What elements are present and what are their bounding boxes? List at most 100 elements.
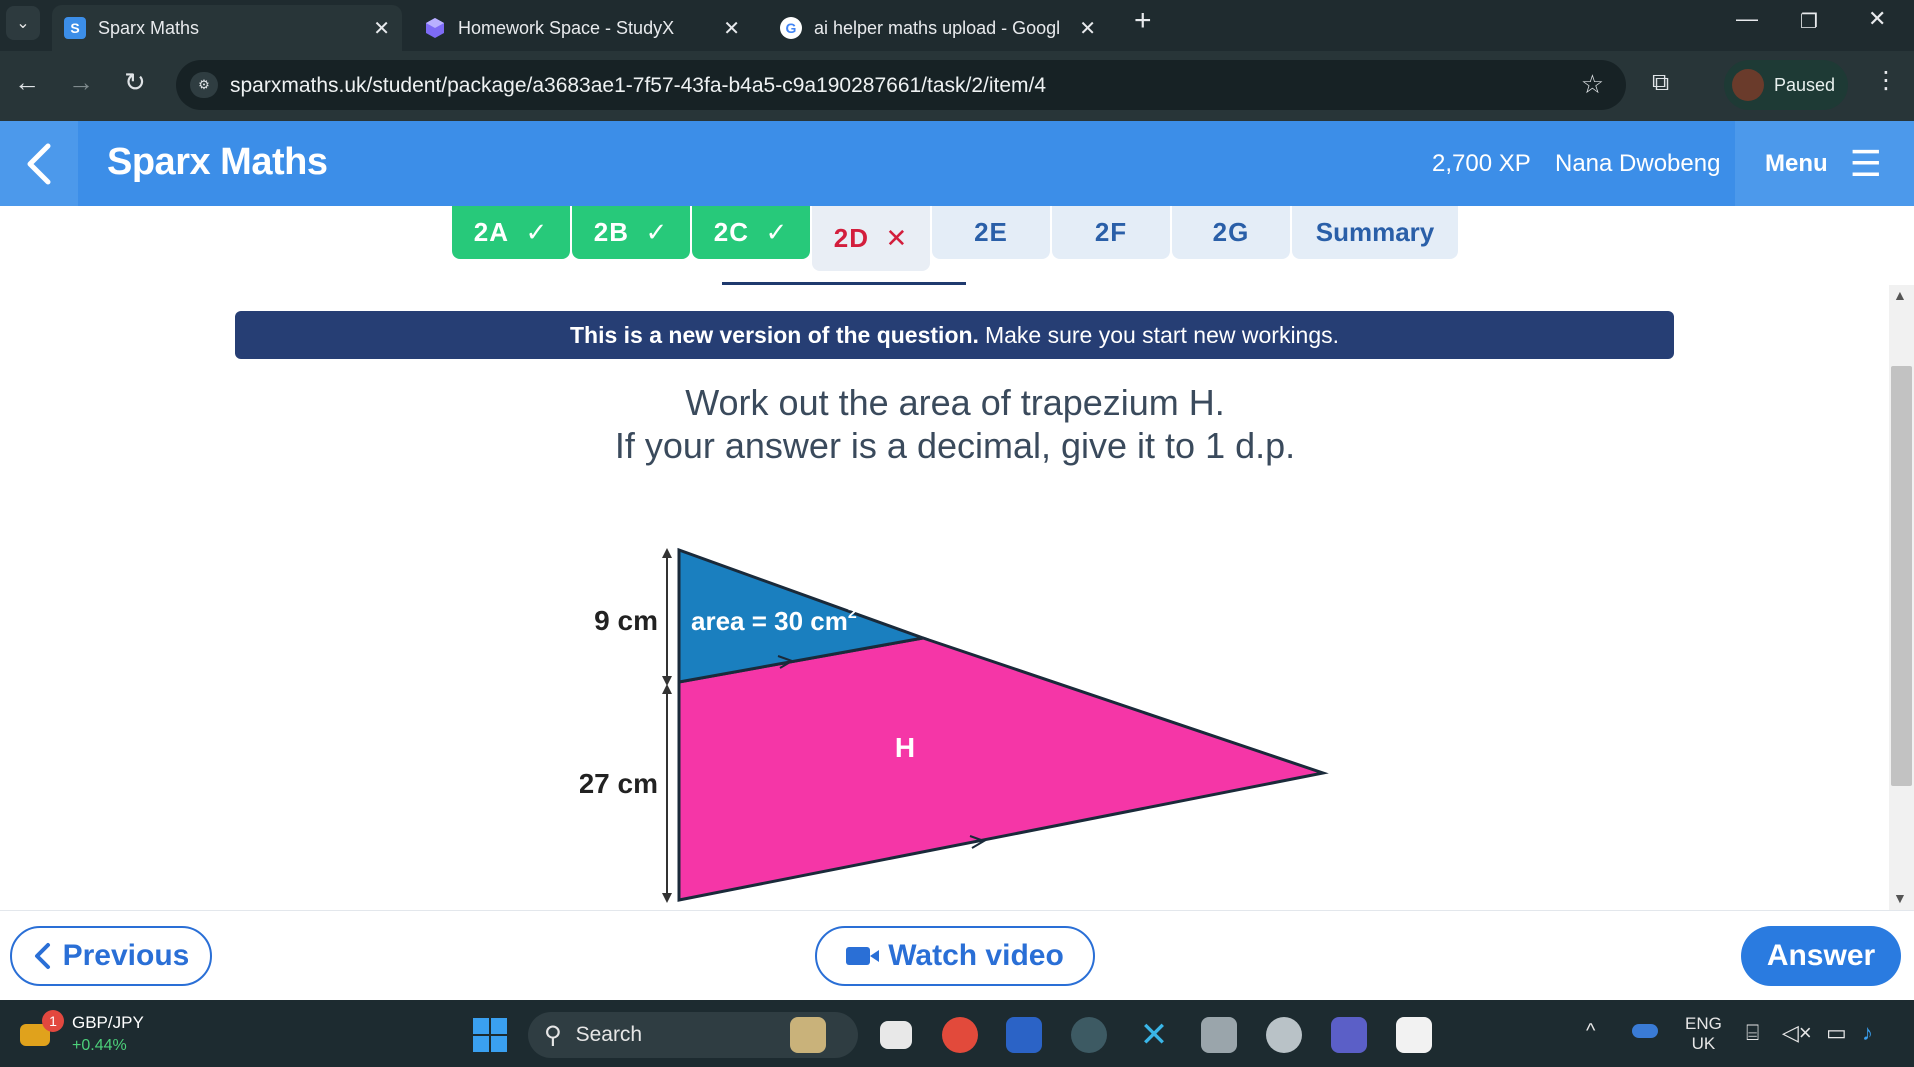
- url-text[interactable]: sparxmaths.uk/student/package/a3683ae1-7…: [230, 74, 1046, 98]
- new-version-notice: This is a new version of the question. M…: [235, 311, 1674, 359]
- avatar: [1732, 69, 1764, 101]
- watch-video-label: Watch video: [888, 939, 1064, 972]
- stock-change: +0.44%: [72, 1037, 127, 1054]
- xp-counter: 2,700 XP: [1432, 150, 1531, 177]
- tab-title: Sparx Maths: [98, 17, 200, 38]
- network-icon[interactable]: ⌸: [1746, 1020, 1759, 1046]
- active-tab-indicator: [722, 282, 966, 285]
- browser-toolbar: ← → ↻ ⚙ sparxmaths.uk/student/package/a3…: [0, 51, 1914, 121]
- word-app-icon[interactable]: [1006, 1017, 1042, 1053]
- check-icon: ✓: [645, 217, 669, 247]
- browser-tab-google[interactable]: G ai helper maths upload - Googl ✕: [768, 5, 1108, 51]
- shape-label-h: H: [895, 732, 915, 763]
- top-height-label: 9 cm: [594, 605, 658, 636]
- browser-tab-studyx[interactable]: Homework Space - StudyX ✕: [412, 5, 752, 51]
- dimension-arrowhead: [662, 548, 672, 558]
- tray-overflow-chevron-icon[interactable]: ^: [1586, 1020, 1595, 1043]
- answer-label: Answer: [1766, 939, 1876, 972]
- scroll-down-icon[interactable]: ▼: [1893, 890, 1907, 906]
- tab-title: Homework Space - StudyX: [458, 17, 675, 38]
- task-tab-2d[interactable]: 2D ✕: [812, 206, 930, 271]
- extensions-icon[interactable]: ⧉: [1652, 69, 1669, 97]
- task-tab-2f[interactable]: 2F: [1052, 206, 1170, 259]
- google-favicon-icon: G: [780, 17, 802, 39]
- browser-tab-sparx[interactable]: S Sparx Maths ✕: [52, 5, 402, 51]
- task-tab-label: 2A: [473, 217, 509, 247]
- search-icon: ⚲: [544, 1021, 562, 1049]
- close-tab-icon[interactable]: ✕: [723, 16, 740, 41]
- task-tab-2a[interactable]: 2A ✓: [452, 206, 570, 259]
- browser-tab-strip: ⌄ S Sparx Maths ✕ Homework Space - Study…: [0, 0, 1914, 51]
- chrome-app-icon[interactable]: [942, 1017, 978, 1053]
- trapezium-diagram: 9 cm 27 cm area = 30 cm2 H: [580, 547, 1329, 903]
- language-code: ENG: [1685, 1014, 1722, 1033]
- user-name[interactable]: Nana Dwobeng: [1555, 150, 1720, 178]
- back-chevron-icon[interactable]: [0, 121, 78, 206]
- x-app-icon[interactable]: ✕: [1136, 1017, 1172, 1053]
- site-info-icon[interactable]: ⚙: [190, 72, 218, 98]
- check-icon: ✓: [765, 217, 789, 247]
- area-label: area = 30 cm2: [691, 605, 857, 636]
- speaker-muted-icon[interactable]: ◁×: [1782, 1020, 1812, 1046]
- camera-app-icon[interactable]: [1201, 1017, 1237, 1053]
- studyx-favicon-icon: [424, 17, 446, 39]
- video-camera-icon: [846, 947, 880, 965]
- task-tab-2b[interactable]: 2B ✓: [572, 206, 690, 259]
- task-tab-2g[interactable]: 2G: [1172, 206, 1290, 259]
- task-tab-label: 2D: [833, 223, 869, 253]
- task-view-icon[interactable]: [880, 1021, 912, 1049]
- back-arrow-icon[interactable]: ←: [14, 67, 40, 98]
- language-indicator[interactable]: ENG UK: [1685, 1014, 1722, 1054]
- bookmark-star-icon[interactable]: ☆: [1581, 69, 1604, 100]
- chevron-left-icon: [34, 943, 50, 969]
- chrome-profile-app-icon[interactable]: [1071, 1017, 1107, 1053]
- question-line-1: Work out the area of trapezium H.: [685, 382, 1225, 423]
- task-tab-2c[interactable]: 2C ✓: [692, 206, 810, 259]
- notifications-bell-icon[interactable]: ♪: [1862, 1020, 1873, 1046]
- close-tab-icon[interactable]: ✕: [1079, 16, 1096, 41]
- hamburger-icon: ☰: [1849, 142, 1882, 184]
- notification-badge: 1: [42, 1010, 64, 1032]
- task-tab-label: Summary: [1315, 217, 1435, 247]
- task-tab-2e[interactable]: 2E: [932, 206, 1050, 259]
- profile-button[interactable]: Paused: [1724, 60, 1848, 110]
- task-tab-label: 2F: [1094, 217, 1128, 247]
- store-app-icon[interactable]: [1396, 1017, 1432, 1053]
- notice-text: Make sure you start new workings.: [984, 321, 1340, 348]
- scrollbar-thumb[interactable]: [1891, 366, 1912, 786]
- search-label: Search: [575, 1023, 643, 1046]
- onedrive-cloud-icon[interactable]: [1632, 1024, 1658, 1038]
- tab-search-button[interactable]: ⌄: [6, 6, 40, 40]
- address-bar[interactable]: ⚙ sparxmaths.uk/student/package/a3683ae1…: [176, 60, 1626, 110]
- stock-name: GBP/JPY: [72, 1013, 144, 1032]
- task-tab-label: 2C: [713, 217, 749, 247]
- trapezium-h: [677, 636, 1329, 902]
- restore-icon[interactable]: ❐: [1800, 9, 1818, 34]
- task-tab-label: 2B: [593, 217, 629, 247]
- close-tab-icon[interactable]: ✕: [373, 16, 390, 41]
- tab-title: ai helper maths upload - Googl: [814, 17, 1061, 38]
- task-tab-summary[interactable]: Summary: [1292, 206, 1458, 259]
- close-window-icon[interactable]: ✕: [1868, 6, 1886, 32]
- check-icon: ✓: [525, 217, 549, 247]
- bottom-height-label: 27 cm: [580, 768, 658, 799]
- menu-button[interactable]: Menu ☰: [1735, 121, 1914, 206]
- settings-gear-icon[interactable]: [1266, 1017, 1302, 1053]
- scroll-up-icon[interactable]: ▲: [1893, 287, 1907, 303]
- new-tab-button[interactable]: +: [1134, 4, 1152, 38]
- reload-icon[interactable]: ↻: [124, 67, 146, 98]
- previous-button[interactable]: Previous: [10, 926, 212, 986]
- sparx-favicon-icon: S: [64, 17, 86, 39]
- previous-label: Previous: [62, 939, 190, 972]
- answer-button[interactable]: Answer: [1741, 926, 1901, 986]
- forward-arrow-icon[interactable]: →: [68, 67, 94, 98]
- cross-icon: ✕: [885, 223, 909, 253]
- dimension-arrowhead: [662, 893, 672, 903]
- browser-menu-icon[interactable]: ⋮: [1874, 66, 1898, 95]
- teams-app-icon[interactable]: [1331, 1017, 1367, 1053]
- watch-video-button[interactable]: Watch video: [815, 926, 1095, 986]
- brand-title: Sparx Maths: [107, 141, 328, 183]
- windows-start-icon[interactable]: [473, 1018, 507, 1052]
- minimize-icon[interactable]: —: [1736, 6, 1758, 32]
- battery-icon[interactable]: ▭: [1826, 1020, 1847, 1046]
